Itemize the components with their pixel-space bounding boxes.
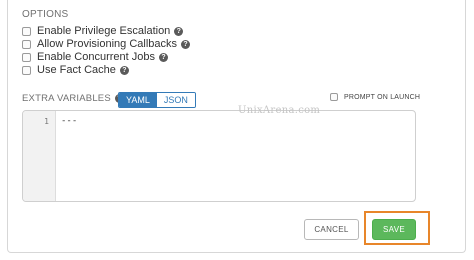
- option-enable-privilege-escalation[interactable]: Enable Privilege Escalation ?: [22, 24, 184, 38]
- editor-gutter: 1: [23, 111, 56, 201]
- options-section-title: OPTIONS: [22, 9, 69, 20]
- question-circle-icon[interactable]: ?: [119, 65, 129, 75]
- extra-variables-editor[interactable]: 1 ---: [22, 110, 416, 202]
- json-toggle-button[interactable]: JSON: [156, 93, 195, 107]
- question-circle-icon[interactable]: ?: [181, 39, 191, 49]
- option-label: Enable Privilege Escalation: [37, 25, 171, 37]
- checkbox[interactable]: [22, 26, 31, 36]
- checkbox[interactable]: [330, 93, 338, 101]
- question-circle-icon[interactable]: ?: [174, 26, 184, 36]
- yaml-toggle-button[interactable]: YAML: [119, 93, 157, 107]
- option-label: Allow Provisioning Callbacks: [37, 38, 178, 50]
- prompt-on-launch-option[interactable]: PROMPT ON LAUNCH: [330, 93, 420, 101]
- option-label: Use Fact Cache: [37, 64, 116, 76]
- watermark: UnixArena.com: [238, 105, 321, 116]
- cancel-button[interactable]: CANCEL: [304, 219, 359, 240]
- option-use-fact-cache[interactable]: Use Fact Cache ?: [22, 63, 129, 77]
- checkbox[interactable]: [22, 65, 31, 75]
- option-label: Enable Concurrent Jobs: [37, 51, 156, 63]
- line-number: 1: [44, 117, 49, 126]
- extra-variables-label: EXTRA VARIABLES ?: [22, 93, 124, 104]
- option-allow-provisioning-callbacks[interactable]: Allow Provisioning Callbacks ?: [22, 37, 191, 51]
- question-circle-icon[interactable]: ?: [159, 52, 169, 62]
- prompt-on-launch-label: PROMPT ON LAUNCH: [344, 93, 421, 101]
- code-line[interactable]: ---: [61, 116, 77, 126]
- option-enable-concurrent-jobs[interactable]: Enable Concurrent Jobs ?: [22, 50, 169, 64]
- checkbox[interactable]: [22, 39, 31, 49]
- format-toggle: YAML JSON: [118, 92, 196, 108]
- save-button[interactable]: SAVE: [372, 219, 416, 240]
- checkbox[interactable]: [22, 52, 31, 62]
